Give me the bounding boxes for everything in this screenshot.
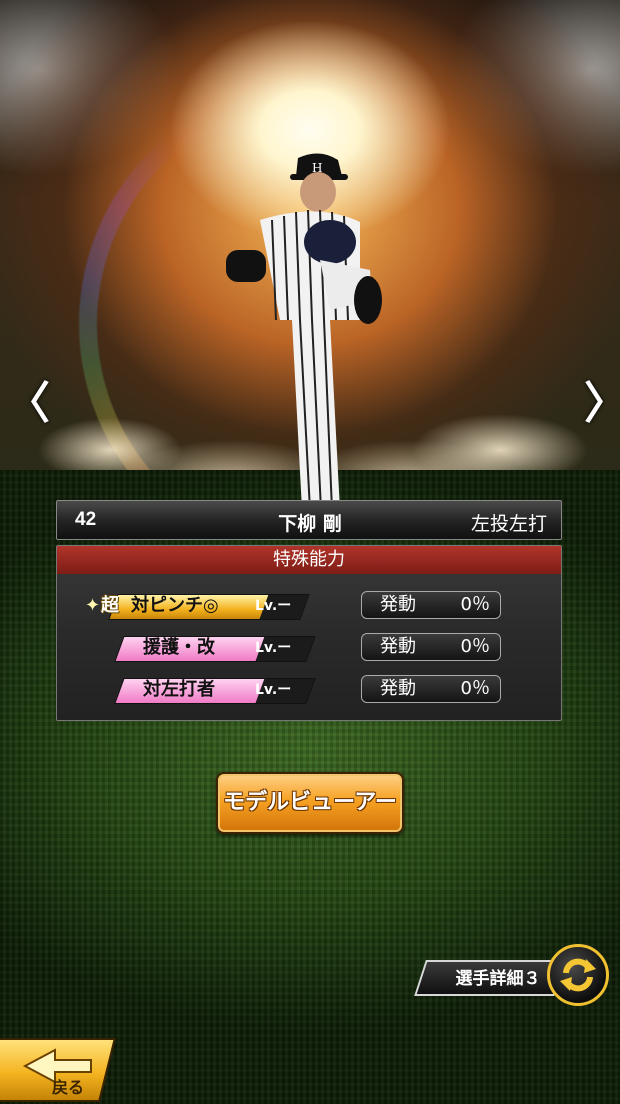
- special-abilities-header: 特殊能力: [57, 546, 561, 574]
- skill-activation-3: 発動 0％: [361, 675, 501, 703]
- skill-status-3: 発動: [380, 678, 416, 699]
- skill-rate-2: 0％: [460, 636, 490, 657]
- skill-rate-3: 0％: [460, 678, 490, 699]
- skill-name-1: 対ピンチ◎: [131, 595, 219, 616]
- skill-level-1: Lv.ー: [255, 598, 292, 614]
- skill-status-2: 発動: [380, 636, 416, 657]
- special-abilities-panel: 特殊能力 ✦ 超 対ピンチ◎ Lv.ー 発動 0％ 援護・改 Lv.ー 発動 0…: [56, 545, 562, 721]
- skill-prefix-1: 超: [101, 595, 119, 616]
- prev-player-button[interactable]: 〈: [6, 380, 50, 428]
- chevron-left-icon: 〈: [6, 378, 50, 429]
- sparkle-icon: ✦: [85, 595, 101, 616]
- chevron-right-icon: 〉: [584, 378, 620, 429]
- model-viewer-button[interactable]: モデルビューアー: [216, 772, 404, 834]
- skill-status-1: 発動: [380, 594, 416, 615]
- player-handedness: 左投左打: [470, 513, 547, 535]
- skill-name-2: 援護・改: [143, 637, 215, 658]
- skill-name-3: 対左打者: [143, 679, 215, 700]
- swap-icon[interactable]: [547, 944, 609, 1006]
- next-player-button[interactable]: 〉: [584, 380, 620, 428]
- skill-activation-2: 発動 0％: [361, 633, 501, 661]
- skill-level-3: Lv.ー: [255, 682, 292, 698]
- player-figure: H: [226, 153, 382, 510]
- player-info-bar: 42 下柳 剛 左投左打: [56, 500, 562, 540]
- skill-rate-1: 0％: [460, 594, 490, 615]
- back-label: 戻る: [52, 1078, 85, 1097]
- skill-level-2: Lv.ー: [255, 640, 292, 656]
- player-detail-label: 選手詳細３: [455, 969, 541, 989]
- refresh-arrows-icon: [560, 958, 596, 992]
- skill-activation-1: 発動 0％: [361, 591, 501, 619]
